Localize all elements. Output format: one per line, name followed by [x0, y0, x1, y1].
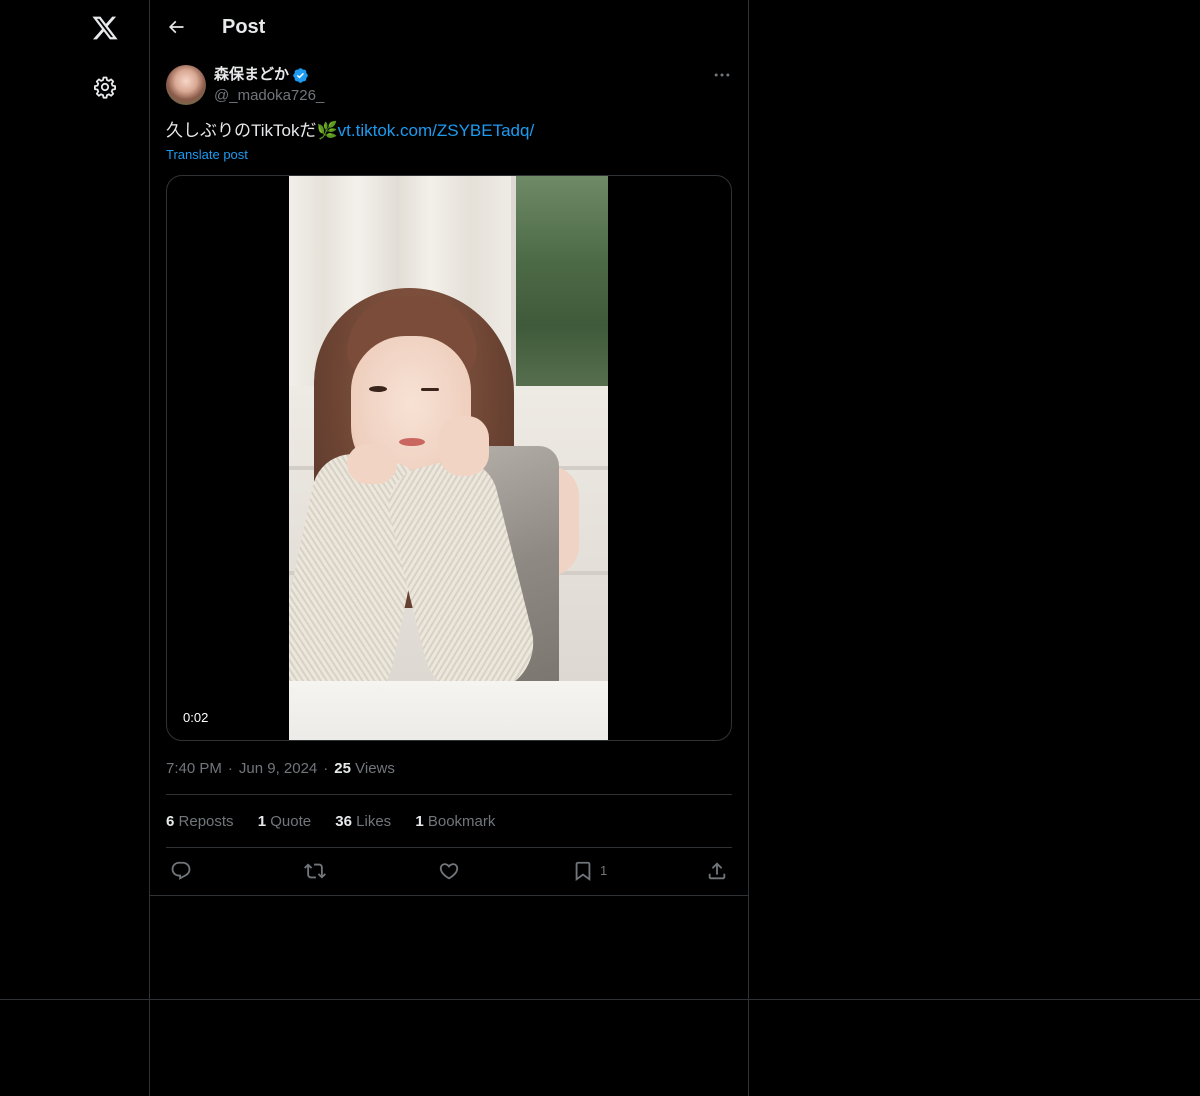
views-count: 25: [334, 760, 351, 777]
reposts-label: Reposts: [178, 813, 234, 830]
reply-button[interactable]: [170, 860, 192, 882]
avatar[interactable]: [166, 65, 206, 105]
bookmark-count: 1: [600, 863, 608, 878]
post-stats: 6 Reposts 1 Quote 36 Likes 1 Bookmark: [166, 812, 515, 832]
bookmarks-count: 1: [415, 813, 424, 830]
post-text-body: 久しぶりのTikTokだ: [166, 121, 317, 140]
quotes-count: 1: [257, 813, 267, 830]
author-display-name[interactable]: 森保まどか: [214, 65, 289, 85]
reposts-stat[interactable]: 6 Reposts: [166, 812, 234, 832]
page-header: Post: [150, 0, 748, 53]
likes-count: 36: [335, 813, 352, 830]
translate-post-link[interactable]: Translate post: [166, 147, 248, 163]
bottom-divider: [0, 999, 1200, 1000]
meta-separator: ·: [323, 760, 329, 777]
verified-badge-icon: [293, 68, 308, 83]
quotes-label: Quote: [270, 813, 312, 830]
author-handle[interactable]: @_madoka726_: [214, 86, 324, 106]
post-link[interactable]: vt.tiktok.com/ZSYBETadq/: [338, 121, 535, 140]
repost-button[interactable]: [304, 860, 326, 882]
video-thumbnail: [289, 176, 608, 740]
quotes-stat[interactable]: 1 Quote: [258, 812, 311, 832]
post-date[interactable]: Jun 9, 2024: [239, 760, 317, 777]
like-button[interactable]: [438, 860, 460, 882]
reposts-count: 6: [166, 813, 175, 830]
bookmark-icon: [575, 861, 591, 882]
post-text: 久しぶりのTikTokだ🌿vt.tiktok.com/ZSYBETadq/: [166, 118, 534, 144]
meta-separator: ·: [227, 760, 233, 777]
page-title: Post: [222, 16, 266, 38]
share-icon: [708, 862, 726, 880]
divider: [166, 794, 732, 795]
bookmarks-stat[interactable]: 1 Bookmark: [415, 812, 495, 832]
post-meta: 7:40 PM · Jun 9, 2024 · 25 Views: [166, 759, 395, 779]
reply-icon: [171, 861, 191, 880]
left-nav-rail: [0, 0, 150, 1096]
herb-emoji: 🌿: [316, 121, 338, 140]
gear-icon[interactable]: [93, 75, 117, 99]
likes-stat[interactable]: 36 Likes: [335, 812, 391, 832]
more-options-icon[interactable]: [712, 65, 732, 85]
likes-label: Likes: [356, 813, 392, 830]
repost-icon: [304, 863, 326, 879]
arrow-left-icon[interactable]: [166, 17, 186, 37]
divider: [166, 847, 732, 848]
main-column: Post 森保まどか @_madoka726_ 久しぶりのTikTokだ🌿vt.…: [150, 0, 749, 1096]
bookmarks-label: Bookmark: [427, 813, 496, 830]
x-logo-icon[interactable]: [91, 14, 119, 42]
video-player[interactable]: 0:02: [166, 175, 732, 741]
views-label: Views: [355, 760, 395, 777]
heart-icon: [439, 863, 459, 880]
share-button[interactable]: [706, 860, 728, 882]
post-time[interactable]: 7:40 PM: [166, 760, 222, 777]
divider: [150, 895, 748, 896]
bookmark-button[interactable]: 1: [572, 860, 607, 882]
video-duration: 0:02: [179, 709, 213, 727]
